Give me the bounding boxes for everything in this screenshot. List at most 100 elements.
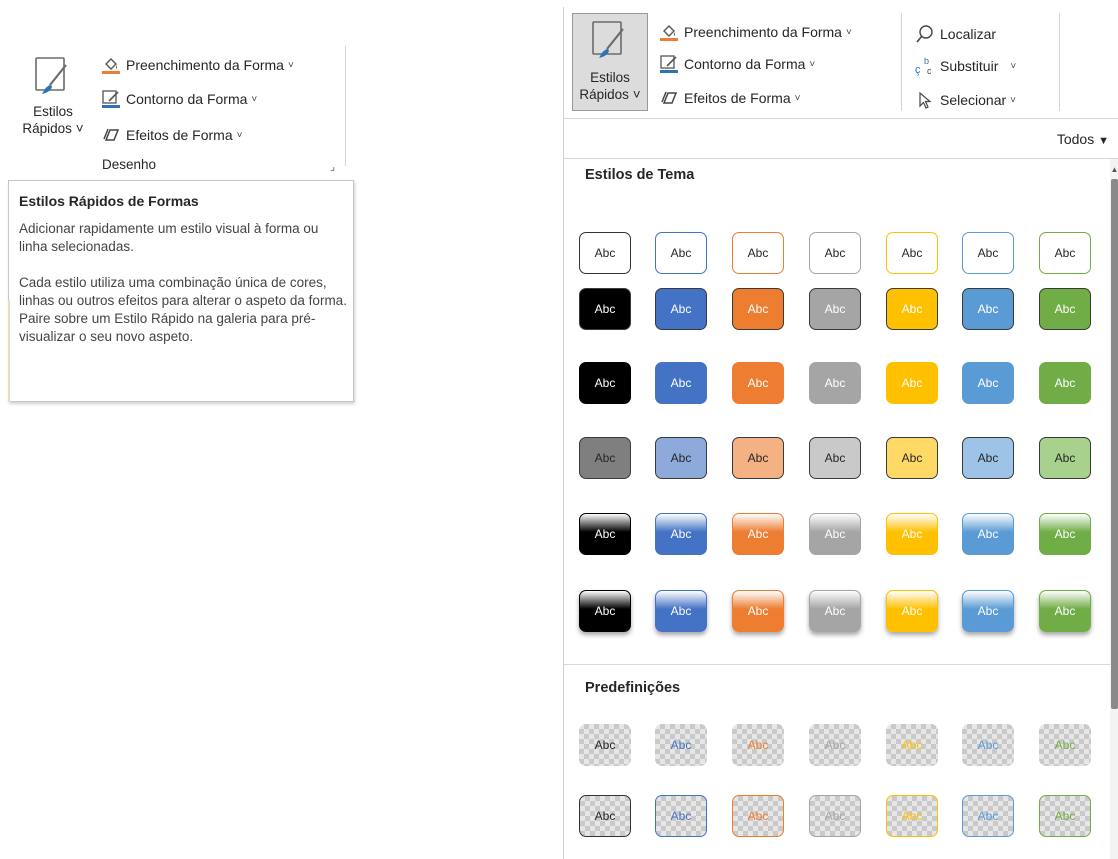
quick-style-swatch[interactable]: Abc	[886, 362, 938, 404]
replace-button[interactable]: bçc Substituir ˅	[914, 53, 1016, 79]
quick-style-swatch[interactable]: Abc	[732, 590, 784, 632]
find-button[interactable]: Localizar	[914, 21, 996, 47]
quick-style-swatch[interactable]: Abc	[732, 795, 784, 837]
gallery-scrollbar[interactable]: ▲	[1110, 159, 1118, 859]
quick-style-swatch[interactable]: Abc	[809, 590, 861, 632]
quick-style-swatch[interactable]: Abc	[655, 232, 707, 274]
swatch-label: Abc	[824, 451, 846, 465]
quick-style-swatch[interactable]: Abc	[732, 724, 784, 766]
chevron-down-icon: ˅	[809, 58, 816, 70]
quick-style-swatch[interactable]: Abc	[962, 590, 1014, 632]
paintbrush-icon	[592, 21, 624, 58]
quick-style-swatch[interactable]: Abc	[655, 362, 707, 404]
quick-style-swatch[interactable]: Abc	[1039, 232, 1091, 274]
quick-style-swatch[interactable]: Abc	[655, 437, 707, 479]
select-label: Selecionar	[940, 92, 1007, 108]
swatch-label: Abc	[1054, 527, 1076, 541]
quick-style-swatch[interactable]: Abc	[732, 232, 784, 274]
swatch-label: Abc	[901, 604, 923, 618]
replace-label: Substituir	[940, 58, 999, 74]
quick-style-swatch[interactable]: Abc	[579, 590, 631, 632]
quick-styles-label-2: Rápidos ˅	[22, 121, 84, 136]
shape-outline-button[interactable]: Contorno da Forma ˅	[100, 86, 257, 112]
swatch-label: Abc	[977, 738, 999, 752]
quick-style-swatch[interactable]: Abc	[809, 362, 861, 404]
quick-style-swatch[interactable]: Abc	[1039, 362, 1091, 404]
swatch-label: Abc	[670, 302, 692, 316]
quick-style-swatch[interactable]: Abc	[886, 288, 938, 330]
quick-style-swatch[interactable]: Abc	[579, 362, 631, 404]
quick-style-swatch[interactable]: Abc	[1039, 724, 1091, 766]
quick-styles-button-active[interactable]: Estilos Rápidos ˅	[572, 13, 648, 111]
shape-fill-button[interactable]: Preenchimento da Forma ˅	[100, 52, 294, 78]
quick-style-swatch[interactable]: Abc	[962, 362, 1014, 404]
quick-style-swatch[interactable]: Abc	[962, 437, 1014, 479]
quick-style-swatch[interactable]: Abc	[1039, 590, 1091, 632]
swatch-label: Abc	[977, 527, 999, 541]
quick-style-swatch[interactable]: Abc	[1039, 288, 1091, 330]
swatch-label: Abc	[824, 246, 846, 260]
quick-style-swatch[interactable]: Abc	[732, 437, 784, 479]
quick-style-swatch[interactable]: Abc	[886, 724, 938, 766]
shape-effects-icon	[658, 87, 680, 109]
quick-style-swatch[interactable]: Abc	[732, 288, 784, 330]
scroll-thumb[interactable]	[1111, 179, 1118, 709]
quick-style-swatch[interactable]: Abc	[962, 724, 1014, 766]
swatch-label: Abc	[824, 809, 846, 823]
quick-style-swatch[interactable]: Abc	[886, 437, 938, 479]
quick-style-swatch[interactable]: Abc	[1039, 437, 1091, 479]
shape-effects-button[interactable]: Efeitos de Forma ˅	[658, 85, 800, 111]
swatch-label: Abc	[594, 809, 616, 823]
scroll-up-arrow-icon[interactable]: ▲	[1110, 165, 1118, 174]
swatch-label: Abc	[1054, 451, 1076, 465]
quick-style-swatch[interactable]: Abc	[809, 795, 861, 837]
quick-style-swatch[interactable]: Abc	[809, 232, 861, 274]
shape-effects-button[interactable]: Efeitos de Forma ˅	[100, 122, 242, 148]
magnifier-icon	[914, 23, 936, 45]
quick-style-swatch[interactable]: Abc	[579, 513, 631, 555]
quick-style-swatch[interactable]: Abc	[1039, 795, 1091, 837]
quick-style-swatch[interactable]: Abc	[655, 724, 707, 766]
quick-style-swatch[interactable]: Abc	[809, 513, 861, 555]
quick-style-swatch[interactable]: Abc	[579, 288, 631, 330]
chevron-down-icon: ˅	[251, 93, 258, 105]
quick-style-swatch[interactable]: Abc	[579, 724, 631, 766]
quick-style-swatch[interactable]: Abc	[655, 513, 707, 555]
quick-style-swatch[interactable]: Abc	[962, 513, 1014, 555]
quick-style-swatch[interactable]: Abc	[962, 795, 1014, 837]
quick-style-swatch[interactable]: Abc	[732, 362, 784, 404]
shape-outline-button[interactable]: Contorno da Forma ˅	[658, 51, 815, 77]
swatch-label: Abc	[901, 809, 923, 823]
quick-style-swatch[interactable]: Abc	[579, 232, 631, 274]
swatch-label: Abc	[824, 527, 846, 541]
quick-style-swatch[interactable]: Abc	[809, 437, 861, 479]
quick-style-swatch[interactable]: Abc	[655, 590, 707, 632]
section-title-presets: Predefinições	[585, 680, 681, 696]
section-title-theme-styles: Estilos de Tema	[585, 167, 695, 183]
shape-fill-button[interactable]: Preenchimento da Forma ˅	[658, 19, 852, 45]
filter-dropdown[interactable]: Todos ▼	[1057, 131, 1109, 147]
quick-style-swatch[interactable]: Abc	[655, 795, 707, 837]
quick-style-swatch[interactable]: Abc	[886, 590, 938, 632]
quick-style-swatch[interactable]: Abc	[579, 795, 631, 837]
quick-style-swatch[interactable]: Abc	[809, 288, 861, 330]
quick-style-swatch[interactable]: Abc	[1039, 513, 1091, 555]
shape-effects-label: Efeitos de Forma	[684, 90, 791, 106]
quick-styles-button[interactable]: Estilos Rápidos ˅	[14, 48, 92, 140]
swatch-label: Abc	[1054, 376, 1076, 390]
quick-style-swatch[interactable]: Abc	[962, 232, 1014, 274]
quick-style-swatch[interactable]: Abc	[886, 513, 938, 555]
dialog-launcher-icon[interactable]: ⌟	[330, 160, 335, 173]
chevron-down-icon: ˅	[845, 26, 852, 38]
quick-style-swatch[interactable]: Abc	[732, 513, 784, 555]
quick-style-swatch[interactable]: Abc	[962, 288, 1014, 330]
swatch-label: Abc	[901, 738, 923, 752]
quick-style-swatch[interactable]: Abc	[886, 232, 938, 274]
quick-style-swatch[interactable]: Abc	[886, 795, 938, 837]
select-button[interactable]: Selecionar ˅	[914, 87, 1016, 113]
quick-style-swatch[interactable]: Abc	[579, 437, 631, 479]
gallery-header: Todos ▼	[564, 119, 1118, 159]
svg-text:ç: ç	[915, 64, 921, 76]
quick-style-swatch[interactable]: Abc	[809, 724, 861, 766]
quick-style-swatch[interactable]: Abc	[655, 288, 707, 330]
